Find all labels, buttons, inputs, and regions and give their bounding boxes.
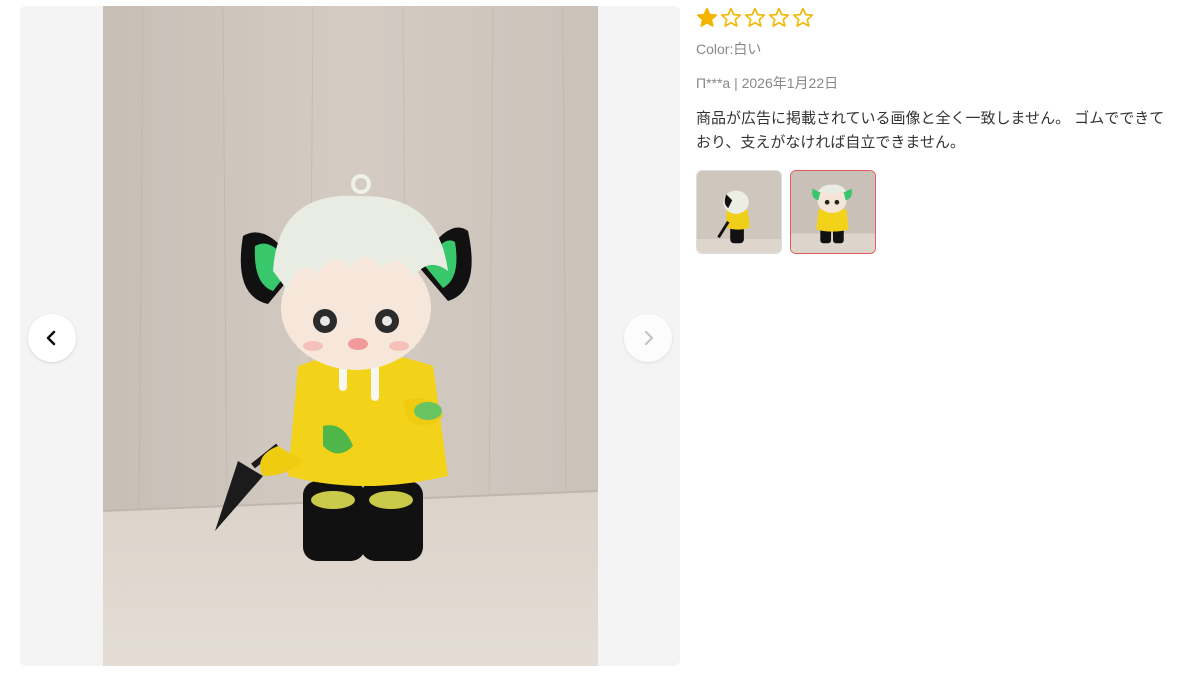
star-empty-icon [792,7,814,27]
review-panel: Color:白い П***а | 2026年1月22日 商品が広告に掲載されてい… [696,6,1166,254]
star-empty-icon [768,7,790,27]
star-rating [696,6,1166,30]
star-filled-icon [696,7,718,27]
star-empty-icon [744,7,766,27]
next-image-button[interactable] [624,314,672,362]
star-empty-icon [720,7,742,27]
chevron-left-icon [46,330,56,346]
review-photo[interactable] [103,6,598,666]
image-gallery [20,6,680,666]
review-text: 商品が広告に掲載されている画像と全く一致しません。 ゴムでできており、支えがなけ… [696,110,1165,151]
color-variant: Color:白い [696,41,762,57]
chevron-right-icon [644,330,654,346]
thumbnail-front-view[interactable] [790,170,876,254]
review-thumbnails [696,170,1166,254]
prev-image-button[interactable] [28,314,76,362]
thumbnail-side-view[interactable] [696,170,782,254]
review-author-date: П***а | 2026年1月22日 [696,75,839,91]
